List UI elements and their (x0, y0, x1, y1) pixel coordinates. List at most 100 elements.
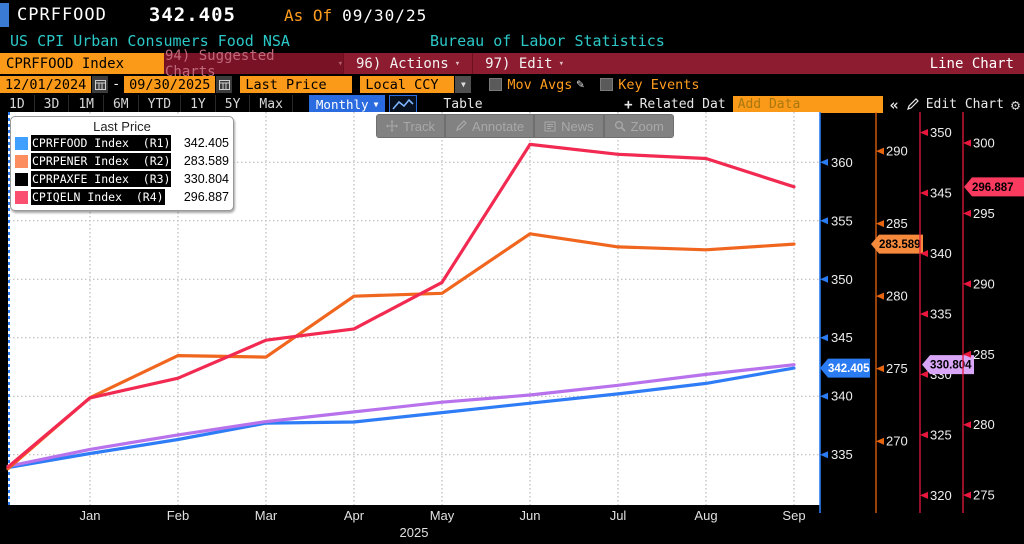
zoom-magnifier-icon (614, 120, 626, 132)
svg-text:335: 335 (831, 447, 853, 462)
pencil-icon (906, 98, 919, 111)
mov-avgs-label[interactable]: Mov Avgs (507, 77, 572, 93)
svg-text:340: 340 (831, 389, 853, 404)
svg-text:May: May (430, 508, 455, 523)
legend-label: CPRFFOOD Index (R1) (31, 135, 171, 151)
price-tag-R4: 296.887 (964, 177, 1024, 196)
calendar-icon[interactable] (92, 76, 108, 93)
actions-label: 96) Actions (356, 56, 449, 72)
svg-text:Aug: Aug (694, 508, 717, 523)
suggested-charts-button[interactable]: 94) Suggested Charts ▾ (164, 53, 343, 74)
svg-text:325: 325 (930, 427, 952, 442)
edit-chart-button[interactable]: Edit Chart (926, 97, 1004, 112)
edit-button[interactable]: 97) Edit ▾ (472, 53, 576, 74)
legend-row[interactable]: CPRPAXFE Index (R3) 330.804 (15, 170, 229, 188)
chevron-down-icon: ▾ (559, 59, 564, 69)
data-source: Bureau of Labor Statistics (430, 32, 665, 50)
chart-type-label: Line Chart (930, 53, 1014, 74)
zoom-button[interactable]: Zoom (605, 115, 673, 137)
axis-R3[interactable]: 320325330335340345350 (920, 112, 952, 513)
price-field-selector[interactable]: Last Price (240, 76, 352, 93)
selection-indicator (0, 3, 9, 27)
add-data-input[interactable] (733, 96, 883, 113)
ticker-header: CPRFFOOD 342.405 As Of 09/30/25 (0, 0, 1024, 30)
legend-value: 330.804 (184, 172, 229, 186)
as-of-date: 09/30/25 (342, 6, 427, 25)
x-axis-labels: JanFebMarAprMayJunJulAugSep2025 (80, 508, 806, 540)
svg-text:290: 290 (886, 144, 908, 159)
bloomberg-terminal-screen: CPRFFOOD 342.405 As Of 09/30/25 US CPI U… (0, 0, 1024, 544)
svg-text:275: 275 (886, 361, 908, 376)
legend-row[interactable]: CPRPENER Index (R2) 283.589 (15, 152, 229, 170)
svg-text:330.804: 330.804 (930, 360, 972, 372)
svg-text:Sep: Sep (782, 508, 805, 523)
legend-row[interactable]: CPRFFOOD Index (R1) 342.405 (15, 134, 229, 152)
table-button[interactable]: Table (443, 97, 482, 112)
edit-label: 97) Edit (485, 56, 552, 72)
price-tag-R3: 330.804 (922, 355, 974, 374)
chart-legend[interactable]: Last Price CPRFFOOD Index (R1)342.405CPR… (10, 116, 234, 211)
svg-text:283.589: 283.589 (879, 239, 921, 251)
last-value: 342.405 (149, 4, 236, 26)
date-from-field[interactable]: 12/01/2024 (0, 76, 91, 93)
gear-icon[interactable]: ⚙ (1011, 96, 1020, 114)
mov-avgs-checkbox[interactable] (489, 78, 502, 91)
security-ticker: CPRFFOOD (17, 5, 107, 25)
svg-text:280: 280 (886, 289, 908, 304)
annotate-button[interactable]: Annotate (446, 115, 533, 137)
svg-text:285: 285 (973, 347, 995, 362)
legend-label: CPRPAXFE Index (R3) (31, 171, 171, 187)
annotate-label: Annotate (472, 119, 524, 134)
dropdown-arrow-icon: ▼ (461, 80, 466, 89)
key-events-checkbox[interactable] (600, 78, 613, 91)
svg-text:300: 300 (973, 135, 995, 150)
collapse-panel-icon[interactable]: « (890, 96, 899, 114)
track-cross-icon (386, 120, 398, 132)
function-toolbar: CPRFFOOD Index 94) Suggested Charts ▾ 96… (0, 53, 1024, 74)
svg-text:296.887: 296.887 (972, 182, 1014, 194)
svg-text:Feb: Feb (167, 508, 189, 523)
legend-label: CPIQELN Index (R4) (31, 189, 165, 205)
chevron-down-icon: ▾ (455, 59, 460, 69)
currency-dropdown-arrow[interactable]: ▼ (455, 76, 471, 93)
currency-selector[interactable]: Local CCY (360, 76, 454, 93)
frequency-label: Monthly (316, 97, 369, 112)
key-events-label[interactable]: Key Events (618, 77, 699, 93)
axis-R1[interactable]: 335 340 345 350 355 360 (820, 112, 853, 513)
pencil-icon[interactable]: ✎ (576, 77, 584, 92)
svg-text:295: 295 (973, 206, 995, 221)
svg-text:360: 360 (831, 155, 853, 170)
legend-label: CPRPENER Index (R2) (31, 153, 171, 169)
zoom-label: Zoom (631, 119, 664, 134)
svg-text:350: 350 (831, 272, 853, 287)
date-range-dash: - (112, 77, 120, 92)
security-field[interactable]: CPRFFOOD Index (0, 53, 164, 74)
calendar-icon[interactable] (216, 76, 232, 93)
legend-swatch (15, 137, 28, 150)
news-button[interactable]: News (535, 115, 603, 137)
svg-text:355: 355 (831, 213, 853, 228)
svg-text:342.405: 342.405 (828, 363, 870, 375)
x-axis-year-label: 2025 (400, 525, 429, 540)
track-label: Track (403, 119, 435, 134)
svg-text:Mar: Mar (255, 508, 278, 523)
svg-text:345: 345 (930, 186, 952, 201)
related-data-button[interactable]: Related Dat (640, 97, 726, 112)
plus-icon: + (624, 97, 632, 113)
axis-R4[interactable]: 275280285290295300 (963, 112, 995, 513)
legend-title: Last Price (15, 119, 229, 134)
legend-row[interactable]: CPIQELN Index (R4) 296.887 (15, 188, 229, 206)
track-button[interactable]: Track (377, 115, 444, 137)
axis-R2[interactable]: 270275280285290 (876, 112, 908, 513)
legend-value: 342.405 (184, 136, 229, 150)
legend-value: 283.589 (184, 154, 229, 168)
svg-text:345: 345 (831, 330, 853, 345)
svg-text:270: 270 (886, 434, 908, 449)
svg-text:335: 335 (930, 306, 952, 321)
chart-floating-toolbar: Track Annotate News Zoom (376, 114, 674, 138)
actions-button[interactable]: 96) Actions ▾ (343, 53, 472, 74)
svg-text:340: 340 (930, 246, 952, 261)
legend-value: 296.887 (184, 190, 229, 204)
date-to-field[interactable]: 09/30/2025 (124, 76, 215, 93)
legend-swatch (15, 191, 28, 204)
